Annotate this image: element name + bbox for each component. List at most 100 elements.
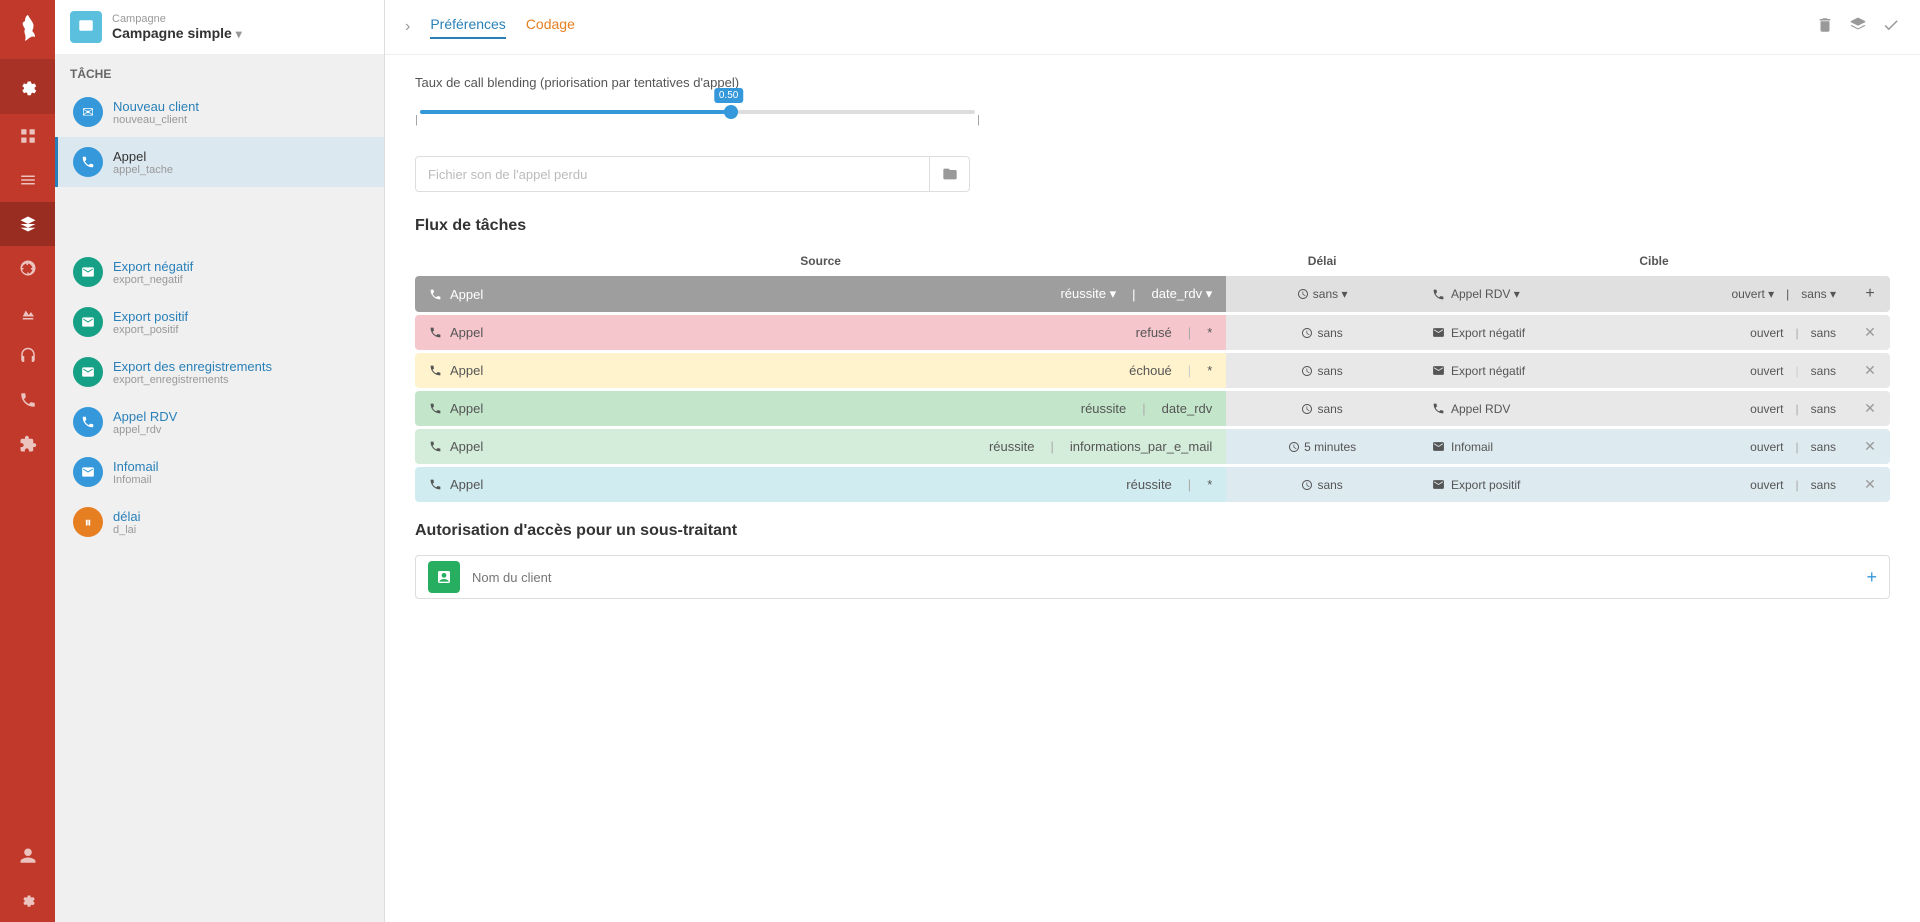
flux-row-5-delai: sans	[1226, 467, 1418, 502]
layers-button[interactable]	[1849, 16, 1867, 39]
flux-row-4-extra: informations_par_e_mail	[1070, 439, 1212, 454]
autorisation-client-input[interactable]	[472, 570, 1854, 585]
delete-button[interactable]	[1816, 16, 1834, 39]
flux-row-5-cible-extra: sans	[1811, 478, 1836, 492]
campaign-dropdown-arrow: ▾	[236, 27, 242, 41]
flux-row-5-status: réussite	[1126, 477, 1172, 492]
check-button[interactable]	[1882, 16, 1900, 39]
sidebar-section-label: Tâche	[55, 55, 384, 87]
campaign-name[interactable]: Campagne simple ▾	[112, 25, 242, 41]
flux-row-3-cible-name: Appel RDV	[1451, 402, 1510, 416]
tab-codage[interactable]: Codage	[526, 16, 575, 39]
tab-preferences[interactable]: Préférences	[430, 16, 505, 39]
flux-row-0-action[interactable]: +	[1850, 276, 1890, 312]
sidebar-item-infomail-name: Infomail	[113, 459, 159, 474]
main-content: › Préférences Codage Taux de call blendi…	[385, 0, 1920, 922]
sidebar-item-export-enr-code: export_enregistrements	[113, 374, 272, 386]
flux-row-4-status: réussite	[989, 439, 1035, 454]
slider-label: Taux de call blending (priorisation par …	[415, 75, 1890, 90]
logo-area[interactable]	[0, 0, 55, 55]
flux-row-4: Appel réussite | informations_par_e_mail…	[415, 429, 1890, 464]
sidebar-item-delai-name: délai	[113, 509, 140, 524]
sidebar-item-delai[interactable]: ⏸ délai d_lai	[55, 497, 384, 547]
flux-row-5: Appel réussite | * sans Export positif	[415, 467, 1890, 502]
nav-chart-icon[interactable]	[0, 290, 55, 334]
flux-row-2-delai: sans	[1226, 353, 1418, 388]
flux-row-2-source-name: Appel	[450, 363, 483, 378]
sidebar-spacer	[55, 187, 384, 247]
nav-user-icon[interactable]	[0, 834, 55, 878]
slider-thumb[interactable]	[724, 105, 738, 119]
slider-track	[420, 110, 975, 114]
flux-row-3-cible-extra: sans	[1811, 402, 1836, 416]
sidebar-item-appel-code: appel_tache	[113, 164, 173, 176]
flux-row-2-cible-name: Export négatif	[1451, 364, 1525, 378]
flux-row-0-cible-extra[interactable]: sans ▾	[1801, 287, 1836, 301]
flux-row-2-source: Appel échoué | *	[415, 353, 1226, 388]
flux-row-0-delai-value[interactable]: sans ▾	[1313, 287, 1348, 301]
sidebar-item-export-enr-name: Export des enregistrements	[113, 359, 272, 374]
flux-row-0-delai: sans ▾	[1226, 276, 1418, 312]
settings-icon-area[interactable]	[0, 59, 55, 114]
flux-row-4-cible: Infomail ouvert | sans	[1418, 429, 1850, 464]
sidebar-item-nouveau-client[interactable]: ✉ Nouveau client nouveau_client	[55, 87, 384, 137]
campaign-icon	[70, 11, 102, 43]
flux-row-5-cible-name: Export positif	[1451, 478, 1520, 492]
nav-dollar-icon[interactable]	[0, 246, 55, 290]
flux-row-4-action[interactable]: ✕	[1850, 429, 1890, 464]
sidebar-item-appel[interactable]: Appel appel_tache	[55, 137, 384, 187]
logo-icon	[13, 13, 43, 43]
flux-row-3-action[interactable]: ✕	[1850, 391, 1890, 426]
flux-row-0-extra[interactable]: date_rdv ▾	[1152, 286, 1213, 302]
sidebar-item-export-negatif[interactable]: Export négatif export_negatif	[55, 247, 384, 297]
nav-plugin-icon[interactable]	[0, 422, 55, 466]
flux-row-3-cible-status: ouvert	[1750, 402, 1783, 416]
flux-row-1-cible-name: Export négatif	[1451, 326, 1525, 340]
flux-row-4-source: Appel réussite | informations_par_e_mail	[415, 429, 1226, 464]
nav-list-icon[interactable]	[0, 158, 55, 202]
nav-settings2-icon[interactable]	[0, 878, 55, 922]
flux-row-0-cible-name[interactable]: Appel RDV ▾	[1451, 287, 1520, 301]
flux-row-3-source: Appel réussite | date_rdv	[415, 391, 1226, 426]
sidebar-item-export-negatif-name: Export négatif	[113, 259, 193, 274]
sidebar-item-export-enregistrements[interactable]: Export des enregistrements export_enregi…	[55, 347, 384, 397]
flux-row-1-cible-status: ouvert	[1750, 326, 1783, 340]
sidebar-item-nouveau-client-name: Nouveau client	[113, 99, 199, 114]
flux-row-3-source-name: Appel	[450, 401, 483, 416]
flux-row-0-source: Appel réussite ▾ | date_rdv ▾	[415, 276, 1226, 312]
file-input-section: Fichier son de l'appel perdu	[415, 156, 1890, 192]
nav-layers-icon[interactable]	[0, 202, 55, 246]
nav-phone-icon[interactable]	[0, 378, 55, 422]
flux-row-0-cible-status[interactable]: ouvert ▾	[1731, 287, 1774, 301]
slider-section: Taux de call blending (priorisation par …	[415, 75, 1890, 136]
flux-row-1-source: Appel refusé | *	[415, 315, 1226, 350]
flux-row-4-cible-extra: sans	[1811, 440, 1836, 454]
sidebar-item-export-positif[interactable]: Export positif export_positif	[55, 297, 384, 347]
flux-row-4-source-name: Appel	[450, 439, 483, 454]
nav-headphone-icon[interactable]	[0, 334, 55, 378]
flux-row-0-status[interactable]: réussite ▾	[1060, 286, 1116, 302]
file-browse-button[interactable]	[929, 157, 969, 191]
flux-row-5-source: Appel réussite | *	[415, 467, 1226, 502]
sidebar-item-nouveau-client-code: nouveau_client	[113, 114, 199, 126]
sidebar-item-appel-name: Appel	[113, 149, 173, 164]
autorisation-row: +	[415, 555, 1890, 599]
flux-row-3-delai: sans	[1226, 391, 1418, 426]
main-header: › Préférences Codage	[385, 0, 1920, 55]
flux-row-5-action[interactable]: ✕	[1850, 467, 1890, 502]
sidebar-item-infomail[interactable]: Infomail Infomail	[55, 447, 384, 497]
sidebar-item-export-positif-name: Export positif	[113, 309, 188, 324]
sidebar-item-export-positif-icon	[73, 307, 103, 337]
flux-row-0-cible: Appel RDV ▾ ouvert ▾ | sans ▾	[1418, 276, 1850, 312]
flux-row-1-action[interactable]: ✕	[1850, 315, 1890, 350]
expand-button[interactable]: ›	[405, 18, 410, 36]
campaign-label: Campagne	[112, 13, 242, 25]
sidebar-item-appel-rdv[interactable]: Appel RDV appel_rdv	[55, 397, 384, 447]
autorisation-add-button[interactable]: +	[1866, 567, 1877, 588]
sidebar-item-appel-rdv-name: Appel RDV	[113, 409, 177, 424]
sidebar-item-export-negatif-code: export_negatif	[113, 274, 193, 286]
nav-grid-icon[interactable]	[0, 114, 55, 158]
flux-row-2-action[interactable]: ✕	[1850, 353, 1890, 388]
flux-row-2-delai-value: sans	[1317, 364, 1342, 378]
icon-bar	[0, 0, 55, 922]
